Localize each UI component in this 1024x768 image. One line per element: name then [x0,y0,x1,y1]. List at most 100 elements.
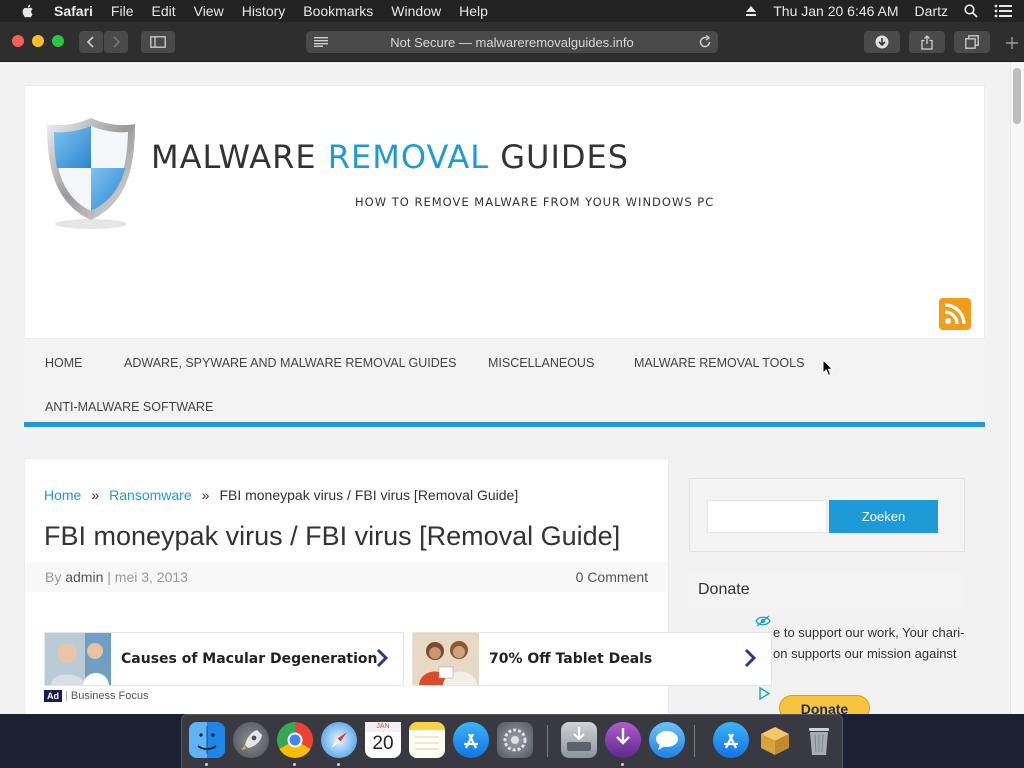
site-logo-shield-icon[interactable] [43,112,139,232]
nav-item-miscellaneous[interactable]: MISCELLANEOUS [488,356,594,370]
breadcrumb: Home » Ransomware » FBI moneypak virus / FBI… [44,487,518,503]
dock-app-store-icon[interactable] [453,722,489,758]
download-icon [875,35,889,49]
chevron-right-icon [113,36,121,48]
eject-icon[interactable] [745,5,757,17]
rss-icon [944,303,966,325]
close-window-button[interactable] [12,35,24,47]
minimize-window-button[interactable] [32,35,44,47]
dock-chrome-icon[interactable] [277,722,313,758]
dock-archive-utility-icon[interactable] [757,722,793,758]
menu-bookmarks[interactable]: Bookmarks [303,3,373,19]
menu-safari[interactable]: Safari [54,3,93,19]
chevron-right-icon [376,648,389,668]
menu-window[interactable]: Window [391,3,441,19]
search-button[interactable]: Zoeken [829,500,938,533]
menu-help[interactable]: Help [459,3,488,19]
address-bar[interactable]: Not Secure — malwareremovalguides.info [306,31,718,53]
dock-downloads-icon[interactable] [605,722,641,758]
dock-finder-icon[interactable] [189,722,225,758]
dock: JAN 20 [181,714,843,768]
nav-item-removal-tools[interactable]: MALWARE REMOVAL TOOLS [634,356,804,370]
sidebar-search-widget: Zoeken [689,478,965,552]
dock-notes-icon[interactable] [409,722,445,758]
site-title[interactable]: MALWARE REMOVAL GUIDES [151,138,629,176]
ad-divider: | [65,690,68,702]
apple-logo-icon[interactable] [20,3,36,19]
adchoices-icon[interactable] [758,687,770,700]
ad-source[interactable]: Business Focus [71,690,149,702]
site-title-part2: GUIDES [489,138,630,176]
page-scrollbar[interactable] [1010,62,1024,714]
sidebar-icon [150,36,166,48]
dock-separator [547,725,548,757]
calendar-month: JAN [365,722,401,732]
ad-card-macular[interactable]: Causes of Macular Degeneration [44,632,404,686]
menu-history[interactable]: History [242,3,286,19]
byline-prefix: By [45,569,66,585]
ad-headline: Causes of Macular Degeneration [121,651,378,667]
dock-launchpad-icon[interactable] [233,722,269,758]
menu-bar: Safari File Edit View History Bookmarks … [0,0,1024,22]
menu-view[interactable]: View [194,3,224,19]
download-arrow-icon [616,728,630,745]
spotlight-search-icon[interactable] [964,4,978,18]
chrome-center-icon [287,732,303,748]
ad-tag: Ad [44,690,62,702]
rocket-icon [241,730,262,750]
site-header: MALWARE REMOVAL GUIDES HOW TO REMOVE MAL… [24,85,985,339]
post-byline: By admin | mei 3, 2013 [45,569,188,585]
breadcrumb-current: FBI moneypak virus / FBI virus [Removal … [219,487,519,503]
menu-file[interactable]: File [111,3,134,19]
ad-card-tablet[interactable]: 70% Off Tablet Deals [412,632,772,686]
rss-feed-button[interactable] [939,298,971,330]
paypal-donate-button[interactable]: Donate [779,695,870,714]
post-comments-link[interactable]: 0 Comment [576,569,648,585]
sidebar-toggle-button[interactable] [141,31,175,53]
post-author-link[interactable]: admin [65,569,103,585]
nav-item-removal-guides[interactable]: ADWARE, SPYWARE AND MALWARE REMOVAL GUID… [124,356,456,370]
back-button[interactable] [79,31,103,53]
ad-image [45,633,111,685]
zoom-window-button[interactable] [52,35,64,47]
dock-system-preferences-icon[interactable] [497,722,533,758]
post-meta: By admin | mei 3, 2013 0 Comment [25,562,668,592]
scrollbar-thumb[interactable] [1013,68,1021,124]
chevron-right-icon [744,648,757,668]
share-button[interactable] [909,31,945,53]
ad-attribution: Ad | Business Focus [44,690,149,702]
tab-overview-button[interactable] [954,31,990,53]
dock-disk-utility-icon[interactable] [561,722,597,758]
post-title: FBI moneypak virus / FBI virus [Removal … [44,521,621,551]
nav-item-anti-malware[interactable]: ANTI-MALWARE SOFTWARE [45,400,213,414]
dock-app-store-folder-icon[interactable] [713,722,749,758]
dock-safari-icon[interactable] [321,722,357,758]
dock-trash-icon[interactable] [801,722,837,758]
donate-heading: Donate [689,572,965,608]
menubar-user[interactable]: Dartz [915,3,948,19]
share-icon [921,34,933,50]
menu-edit[interactable]: Edit [151,3,175,19]
dock-calendar-icon[interactable]: JAN 20 [365,722,401,758]
finder-face-icon [197,726,217,754]
reload-icon[interactable] [698,35,712,49]
notification-center-icon[interactable] [994,4,1012,18]
downloads-button[interactable] [864,31,900,53]
app-store-a-icon [724,733,738,749]
breadcrumb-home-link[interactable]: Home [44,487,81,503]
reader-view-icon[interactable] [314,37,328,47]
forward-button[interactable] [104,31,128,53]
dock-messages-icon[interactable] [649,722,685,758]
menubar-clock[interactable]: Thu Jan 20 6:46 AM [773,3,898,19]
search-input[interactable] [707,500,827,533]
donate-text: e to support our work, Your chari- on su… [773,622,973,664]
site-title-part1: MALWARE [151,138,328,176]
nav-item-home[interactable]: HOME [45,356,83,370]
dock-running-indicator [293,763,296,766]
new-tab-button[interactable] [1000,32,1024,62]
donate-text-line: e to support our work, Your chari- [773,625,965,640]
calendar-day: 20 [372,733,394,754]
breadcrumb-category-link[interactable]: Ransomware [109,487,191,503]
ad-privacy-eye-icon[interactable] [755,614,771,628]
ad-image [413,633,479,685]
